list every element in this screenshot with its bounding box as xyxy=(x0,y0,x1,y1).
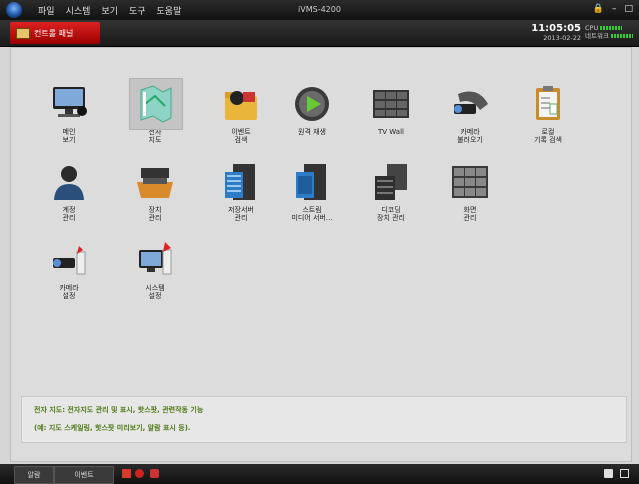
stream-server-icon xyxy=(292,162,332,202)
toolbar: 컨트롤 패널 11:05:05 2013-02-22 CPU 네트워크 xyxy=(0,20,639,47)
tile-decoding-device[interactable]: 디코딩 장치 관리 xyxy=(361,162,421,222)
tile-camera-import[interactable]: 카메라 불러오기 xyxy=(440,84,500,144)
system-settings-icon xyxy=(135,240,175,280)
tab-label: 컨트롤 패널 xyxy=(34,29,74,38)
maximize-button[interactable]: □ xyxy=(624,4,633,14)
playback-icon xyxy=(292,84,332,124)
tile-system-settings[interactable]: 시스템 설정 xyxy=(125,240,185,300)
tile-log-search[interactable]: 로컬 기록 검색 xyxy=(518,84,578,144)
grid-icon xyxy=(450,162,490,202)
tile-storage-server[interactable]: 저장서버 관리 xyxy=(211,162,271,222)
tile-label: TV Wall xyxy=(378,128,404,136)
event-folder-icon xyxy=(221,84,261,124)
alarm-sound-icon[interactable] xyxy=(135,469,144,478)
tile-label: 디코딩 장치 관리 xyxy=(377,206,405,222)
decoder-icon xyxy=(371,162,411,202)
tile-label: 메인 보기 xyxy=(62,128,76,144)
tile-label: 전자 지도 xyxy=(148,128,162,144)
control-panel-icon xyxy=(16,28,30,39)
tab-event[interactable]: 이벤트 xyxy=(54,466,114,484)
tile-label: 화면 관리 xyxy=(463,206,477,222)
tab-control-panel[interactable]: 컨트롤 패널 xyxy=(10,22,100,44)
tile-tv-wall[interactable]: TV Wall xyxy=(361,84,421,136)
tile-remote-playback[interactable]: 원격 재생 xyxy=(282,84,342,136)
tile-device-management[interactable]: 장치 관리 xyxy=(125,162,185,222)
description-panel: 전자 지도: 전자지도 관리 및 표시, 핫스팟, 관련작동 기능 (예: 지도… xyxy=(21,396,627,443)
system-monitor: CPU 네트워크 xyxy=(585,24,633,40)
title-bar: 파일 시스템 보기 도구 도움말 iVMS-4200 🔒 – □ xyxy=(0,0,639,20)
restore-icon[interactable] xyxy=(620,469,629,478)
tile-label: 이벤트 검색 xyxy=(231,128,251,144)
minimize-button[interactable]: – xyxy=(612,4,617,14)
camera-film-icon xyxy=(450,84,490,124)
window-title: iVMS-4200 xyxy=(298,5,341,14)
storage-server-icon xyxy=(221,162,261,202)
tile-label: 카메라 설정 xyxy=(59,284,79,300)
cpu-label: CPU xyxy=(585,24,599,32)
device-tray-icon xyxy=(135,162,175,202)
tile-main-view[interactable]: 메인 보기 xyxy=(39,84,99,144)
tile-label: 계정 관리 xyxy=(62,206,76,222)
alarm-clear-icon[interactable] xyxy=(150,469,159,478)
tile-label: 로컬 기록 검색 xyxy=(534,128,562,144)
tile-label: 저장서버 관리 xyxy=(228,206,254,222)
emap-icon xyxy=(129,78,183,130)
control-panel: 메인 보기 전자 지도 이벤트 검색 원격 재생 TV Wall 카메라 불러오… xyxy=(10,47,632,462)
tile-label: 원격 재생 xyxy=(298,128,326,136)
description-line-1: 전자 지도: 전자지도 관리 및 표시, 핫스팟, 관련작동 기능 xyxy=(34,406,204,414)
tile-label: 장치 관리 xyxy=(148,206,162,222)
network-label: 네트워크 xyxy=(585,32,609,40)
bottom-bar: 알람 이벤트 xyxy=(0,464,639,484)
lock-icon[interactable]: 🔒 xyxy=(593,4,604,14)
tile-camera-settings[interactable]: 카메라 설정 xyxy=(39,240,99,300)
alarm-bell-icon[interactable] xyxy=(122,469,131,478)
monitor-icon xyxy=(49,84,89,124)
tile-stream-media-server[interactable]: 스트림 미디어 서버... xyxy=(282,162,342,222)
tile-event-search[interactable]: 이벤트 검색 xyxy=(211,84,271,144)
camera-settings-icon xyxy=(49,240,89,280)
tab-alarm[interactable]: 알람 xyxy=(14,466,54,484)
tv-wall-icon xyxy=(371,84,411,124)
pin-icon[interactable] xyxy=(604,469,613,478)
tile-emap[interactable]: 전자 지도 xyxy=(125,78,185,144)
tile-account-management[interactable]: 계정 관리 xyxy=(39,162,99,222)
tile-label: 스트림 미디어 서버... xyxy=(291,206,333,222)
user-icon xyxy=(49,162,89,202)
tile-label: 카메라 불러오기 xyxy=(457,128,483,144)
tile-screen-management[interactable]: 화면 관리 xyxy=(440,162,500,222)
clock-date: 2013-02-22 xyxy=(543,34,581,42)
network-meter xyxy=(611,34,633,38)
description-line-2: (예: 지도 스케일링, 핫스팟 미리보기, 알람 표시 등). xyxy=(34,424,191,432)
clock-time: 11:05:05 xyxy=(531,23,581,34)
window-controls: 🔒 – □ xyxy=(593,4,633,14)
clock: 11:05:05 2013-02-22 xyxy=(531,23,581,42)
log-clipboard-icon xyxy=(528,84,568,124)
cpu-meter xyxy=(600,26,623,30)
tile-label: 시스템 설정 xyxy=(145,284,165,300)
